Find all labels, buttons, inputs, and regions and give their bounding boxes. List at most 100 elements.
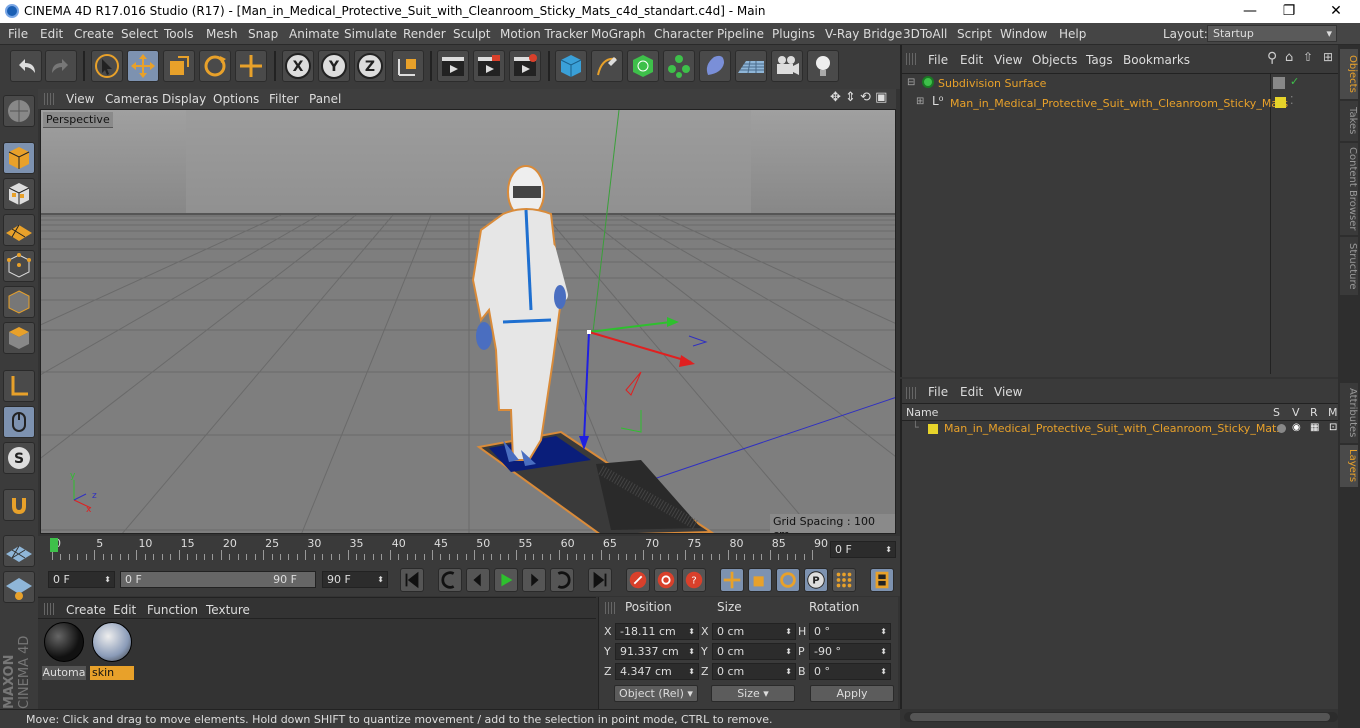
column-solo[interactable]: S bbox=[1273, 406, 1280, 419]
timeline-button[interactable] bbox=[870, 568, 894, 592]
layer-row[interactable]: └ Man_in_Medical_Protective_Suit_with_Cl… bbox=[904, 421, 1340, 437]
previous-key-button[interactable] bbox=[438, 568, 462, 592]
menu-window[interactable]: Window bbox=[1000, 27, 1047, 41]
model-mode-button[interactable] bbox=[3, 142, 35, 174]
key-parameter-button[interactable]: P bbox=[804, 568, 828, 592]
current-frame-field[interactable]: 0 F ⬍ bbox=[830, 541, 896, 558]
end-frame-field[interactable]: 90 F ⬍ bbox=[322, 571, 388, 588]
tab-content-browser[interactable]: Content Browser bbox=[1340, 143, 1358, 235]
menu-render[interactable]: Render bbox=[403, 27, 446, 41]
add-subdivision-surface-button[interactable] bbox=[627, 50, 659, 82]
layer-swatch[interactable] bbox=[1273, 77, 1285, 89]
transform-tool-button[interactable] bbox=[235, 50, 267, 82]
add-camera-button[interactable] bbox=[771, 50, 803, 82]
keyframe-selection-button[interactable]: ? bbox=[682, 568, 706, 592]
next-key-button[interactable] bbox=[550, 568, 574, 592]
rotation-field[interactable]: 0 ° ⬍ bbox=[809, 623, 891, 640]
key-scale-button[interactable] bbox=[748, 568, 772, 592]
objects-menu-file[interactable]: File bbox=[928, 53, 948, 67]
key-pla-button[interactable] bbox=[832, 568, 856, 592]
position-field[interactable]: 91.337 cm ⬍ bbox=[615, 643, 699, 660]
material-menu-texture[interactable]: Texture bbox=[206, 603, 250, 617]
menu-sculpt[interactable]: Sculpt bbox=[453, 27, 490, 41]
autokeying-button[interactable] bbox=[654, 568, 678, 592]
playhead[interactable] bbox=[50, 538, 58, 552]
menu-tools[interactable]: Tools bbox=[164, 27, 194, 41]
objects-menu-bookmarks[interactable]: Bookmarks bbox=[1123, 53, 1190, 67]
redo-button[interactable] bbox=[45, 50, 77, 82]
home-icon[interactable]: ⌂ bbox=[1285, 50, 1293, 65]
position-field[interactable]: -18.11 cm ⬍ bbox=[615, 623, 699, 640]
tweak-mode-button[interactable] bbox=[3, 406, 35, 438]
locked-workplane-button[interactable] bbox=[3, 571, 35, 603]
objects-menu-edit[interactable]: Edit bbox=[960, 53, 983, 67]
previous-frame-button[interactable] bbox=[466, 568, 490, 592]
timeline-ruler[interactable]: 051015202530354045505560657075808590 0 F… bbox=[38, 536, 900, 564]
rotate-tool-button[interactable] bbox=[199, 50, 231, 82]
menu-motion-tracker[interactable]: Motion Tracker bbox=[500, 27, 588, 41]
visibility-dots-icon[interactable]: ⁚ bbox=[1290, 94, 1294, 107]
rotation-field[interactable]: -90 ° ⬍ bbox=[809, 643, 891, 660]
key-rotation-button[interactable] bbox=[776, 568, 800, 592]
workplane-mode-button[interactable] bbox=[3, 214, 35, 246]
material-menu-edit[interactable]: Edit bbox=[113, 603, 136, 617]
size-field[interactable]: 0 cm ⬍ bbox=[712, 663, 796, 680]
frame-range-slider[interactable]: 0 F 90 F bbox=[120, 571, 316, 588]
material-menu-function[interactable]: Function bbox=[147, 603, 198, 617]
magnet-button[interactable] bbox=[3, 489, 35, 521]
render-view-button[interactable] bbox=[437, 50, 469, 82]
maximize-button[interactable]: ❐ bbox=[1279, 3, 1299, 19]
horizontal-scrollbar[interactable] bbox=[904, 712, 1338, 722]
menu-edit[interactable]: Edit bbox=[40, 27, 63, 41]
snapping-button[interactable]: S bbox=[3, 442, 35, 474]
search-icon[interactable]: ⚲ bbox=[1267, 50, 1277, 66]
minimize-button[interactable]: — bbox=[1240, 3, 1260, 19]
add-cube-button[interactable] bbox=[555, 50, 587, 82]
layout-select[interactable]: Startup ▾ bbox=[1207, 25, 1337, 42]
move-tool-button[interactable] bbox=[127, 50, 159, 82]
material-item[interactable]: Automa bbox=[42, 622, 86, 680]
menu-select[interactable]: Select bbox=[121, 27, 158, 41]
menu-plugins[interactable]: Plugins bbox=[772, 27, 815, 41]
add-floor-button[interactable] bbox=[735, 50, 767, 82]
layer-name[interactable]: Man_in_Medical_Protective_Suit_with_Clea… bbox=[944, 422, 1282, 435]
menu-simulate[interactable]: Simulate bbox=[344, 27, 397, 41]
object-name[interactable]: Man_in_Medical_Protective_Suit_with_Clea… bbox=[950, 97, 1288, 110]
close-button[interactable]: ✕ bbox=[1326, 3, 1346, 19]
add-light-button[interactable] bbox=[807, 50, 839, 82]
column-view[interactable]: V bbox=[1292, 406, 1300, 419]
viewport-menu-filter[interactable]: Filter bbox=[269, 92, 299, 106]
material-item[interactable]: skin bbox=[90, 622, 134, 680]
size-mode-dropdown[interactable]: Size ▾ bbox=[711, 685, 795, 702]
texture-mode-button[interactable] bbox=[3, 178, 35, 210]
live-selection-button[interactable] bbox=[91, 50, 123, 82]
position-field[interactable]: 4.347 cm ⬍ bbox=[615, 663, 699, 680]
menu-mograph[interactable]: MoGraph bbox=[591, 27, 646, 41]
layers-menu-file[interactable]: File bbox=[928, 385, 948, 399]
play-button[interactable] bbox=[494, 568, 518, 592]
up-arrow-icon[interactable]: ⇧ bbox=[1303, 50, 1313, 64]
lock-x-axis-button[interactable]: X bbox=[282, 50, 314, 82]
add-deformer-button[interactable] bbox=[699, 50, 731, 82]
material-menu-create[interactable]: Create bbox=[66, 603, 106, 617]
layers-menu-view[interactable]: View bbox=[994, 385, 1022, 399]
menu-script[interactable]: Script bbox=[957, 27, 992, 41]
render-picture-viewer-button[interactable] bbox=[473, 50, 505, 82]
layer-color-swatch[interactable] bbox=[1275, 97, 1286, 108]
scale-tool-button[interactable] bbox=[163, 50, 195, 82]
objects-menu-tags[interactable]: Tags bbox=[1086, 53, 1113, 67]
object-name[interactable]: Subdivision Surface bbox=[938, 77, 1046, 90]
layers-menu-edit[interactable]: Edit bbox=[960, 385, 983, 399]
undo-button[interactable] bbox=[10, 50, 42, 82]
objects-menu-view[interactable]: View bbox=[994, 53, 1022, 67]
expand-icon[interactable]: ⊞ bbox=[916, 96, 924, 107]
solo-toggle[interactable] bbox=[1277, 424, 1286, 433]
go-to-start-button[interactable] bbox=[400, 568, 424, 592]
column-render[interactable]: R bbox=[1310, 406, 1318, 419]
menu-animate[interactable]: Animate bbox=[289, 27, 339, 41]
objects-menu-objects[interactable]: Objects bbox=[1032, 53, 1077, 67]
render-settings-button[interactable] bbox=[509, 50, 541, 82]
menu-character[interactable]: Character bbox=[654, 27, 713, 41]
menu-mesh[interactable]: Mesh bbox=[206, 27, 238, 41]
lock-z-axis-button[interactable]: Z bbox=[354, 50, 386, 82]
